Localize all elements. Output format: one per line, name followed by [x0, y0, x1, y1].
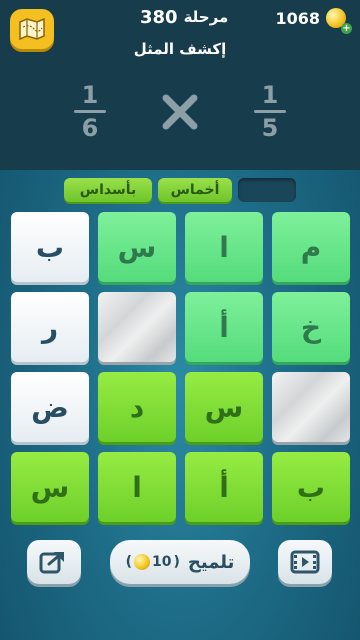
film-icon [290, 550, 320, 574]
word-chip-1: أخماس [158, 178, 232, 202]
fraction-left: 1 6 [70, 82, 110, 141]
letter-tile[interactable]: أ [185, 292, 263, 362]
letter-tile[interactable]: أ [185, 452, 263, 522]
letter-tile[interactable]: م [272, 212, 350, 282]
multiply-icon [162, 94, 198, 130]
letter-board: ماسبخأرسدضبأاس [10, 212, 350, 528]
tile-blocked [272, 372, 350, 442]
fraction-right-denominator: 5 [261, 114, 279, 142]
letter-tile[interactable]: ب [11, 212, 89, 282]
letter-tile[interactable]: ب [272, 452, 350, 522]
letter-tile[interactable]: ا [185, 212, 263, 282]
level-indicator: 380 مرحلة [140, 6, 228, 28]
word-slot-empty [238, 178, 296, 202]
video-reward-button[interactable] [278, 540, 332, 584]
letter-tile[interactable]: خ [272, 292, 350, 362]
letter-tile[interactable]: د [98, 372, 176, 442]
letter-tile[interactable]: ر [11, 292, 89, 362]
top-panel: 380 مرحلة 1068 + إكشف المثل 1 5 1 6 [0, 0, 360, 170]
letter-tile[interactable]: س [98, 212, 176, 282]
level-number: 380 [140, 6, 178, 28]
letter-tile[interactable]: س [185, 372, 263, 442]
coin-count: 1068 [275, 8, 320, 28]
coin-icon: + [326, 8, 352, 34]
letter-tile[interactable]: ا [98, 452, 176, 522]
fraction-right-bar [254, 110, 286, 113]
hint-button[interactable]: ( 10 ) تلميح [110, 540, 250, 584]
letter-tile[interactable]: س [11, 452, 89, 522]
share-button[interactable] [27, 540, 81, 584]
hint-cost-value: 10 [152, 554, 172, 570]
map-icon [19, 18, 45, 40]
top-bar: 380 مرحلة 1068 + [0, 0, 360, 49]
word-chip-2: بأسداس [64, 178, 152, 202]
share-icon [39, 552, 64, 574]
add-coins-icon[interactable]: + [341, 23, 352, 34]
puzzle-clue: 1 5 1 6 [0, 80, 360, 150]
hint-cost: ( 10 ) [125, 554, 180, 570]
hint-label: تلميح [187, 551, 235, 573]
answer-words: أخماس بأسداس [0, 178, 360, 204]
bottom-toolbar: ( 10 ) تلميح [0, 536, 360, 596]
letter-tile[interactable]: ض [11, 372, 89, 442]
puzzle-title: إكشف المثل [133, 40, 227, 58]
fraction-left-denominator: 6 [81, 114, 99, 142]
tile-blocked [98, 292, 176, 362]
coin-balance[interactable]: 1068 + [275, 7, 352, 34]
fraction-left-numerator: 1 [81, 81, 99, 109]
level-label: مرحلة [183, 8, 229, 26]
fraction-left-bar [74, 110, 106, 113]
coin-icon [134, 554, 150, 570]
fraction-right: 1 5 [250, 82, 290, 141]
fraction-right-numerator: 1 [261, 81, 279, 109]
